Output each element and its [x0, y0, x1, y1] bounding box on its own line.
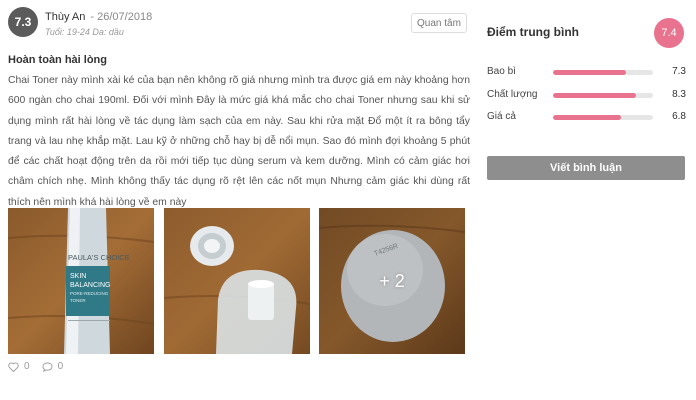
review-card: 7.3 Thùy An - 26/07/2018 Tuổi: 19-24 Da:…	[0, 0, 476, 400]
follow-button[interactable]: Quan tâm	[411, 13, 467, 33]
bottle-line3-text: PORE-REDUCING	[70, 291, 109, 296]
rating-bar-track	[553, 115, 653, 120]
review-actions: 0 0	[8, 361, 75, 372]
review-author-line: Thùy An - 26/07/2018	[45, 11, 152, 23]
average-score-badge: 7.4	[654, 18, 684, 48]
cap-top-photo-image: T4256R	[319, 208, 465, 354]
bottle-line2-text: BALANCING	[70, 282, 110, 289]
rating-label: Giá cả	[487, 111, 516, 122]
review-score-badge: 7.3	[8, 7, 38, 37]
heart-icon	[8, 361, 19, 372]
review-photo-3[interactable]: T4256R + 2	[319, 208, 465, 354]
bottle-photo-image: PAULA'S CHOICE SKIN BALANCING PORE-REDUC…	[8, 208, 154, 354]
comment-button[interactable]: 0	[42, 361, 64, 372]
rating-bar-track	[553, 70, 653, 75]
review-photo-1[interactable]: PAULA'S CHOICE SKIN BALANCING PORE-REDUC…	[8, 208, 154, 354]
average-score-title: Điểm trung bình	[487, 25, 579, 39]
comment-icon	[42, 361, 53, 372]
rating-row-packaging: Bao bì 7.3	[487, 66, 686, 80]
review-photo-2[interactable]	[164, 208, 310, 354]
author-name[interactable]: Thùy An	[45, 11, 85, 23]
rating-label: Bao bì	[487, 66, 516, 77]
author-meta: Tuổi: 19-24 Da: dầu	[45, 27, 124, 37]
bottle-line4-text: TONER	[70, 298, 86, 303]
rating-bar-fill	[553, 115, 621, 120]
rating-value: 8.3	[672, 89, 686, 100]
review-title: Hoàn toàn hài lòng	[8, 54, 107, 66]
like-button[interactable]: 0	[8, 361, 30, 372]
rating-bar-track	[553, 93, 653, 98]
rating-bar-fill	[553, 70, 626, 75]
like-count: 0	[24, 361, 30, 372]
rating-row-quality: Chất lượng 8.3	[487, 89, 686, 103]
bottle-brand-text: PAULA'S CHOICE	[68, 253, 130, 262]
rating-summary-panel: Điểm trung bình 7.4 Bao bì 7.3 Chất lượn…	[476, 0, 696, 400]
write-review-button[interactable]: Viết bình luận	[487, 156, 685, 180]
cap-photo-image	[164, 208, 310, 354]
comment-count: 0	[57, 361, 64, 372]
rating-label: Chất lượng	[487, 89, 538, 100]
rating-row-price: Giá cả 6.8	[487, 111, 686, 125]
rating-value: 6.8	[672, 111, 686, 122]
review-body: Chai Toner này mình xài ké của bạn nên k…	[8, 75, 470, 208]
rating-value: 7.3	[672, 66, 686, 77]
rating-bar-fill	[553, 93, 636, 98]
review-date: - 26/07/2018	[90, 11, 153, 23]
bottle-line1-text: SKIN	[70, 273, 86, 280]
